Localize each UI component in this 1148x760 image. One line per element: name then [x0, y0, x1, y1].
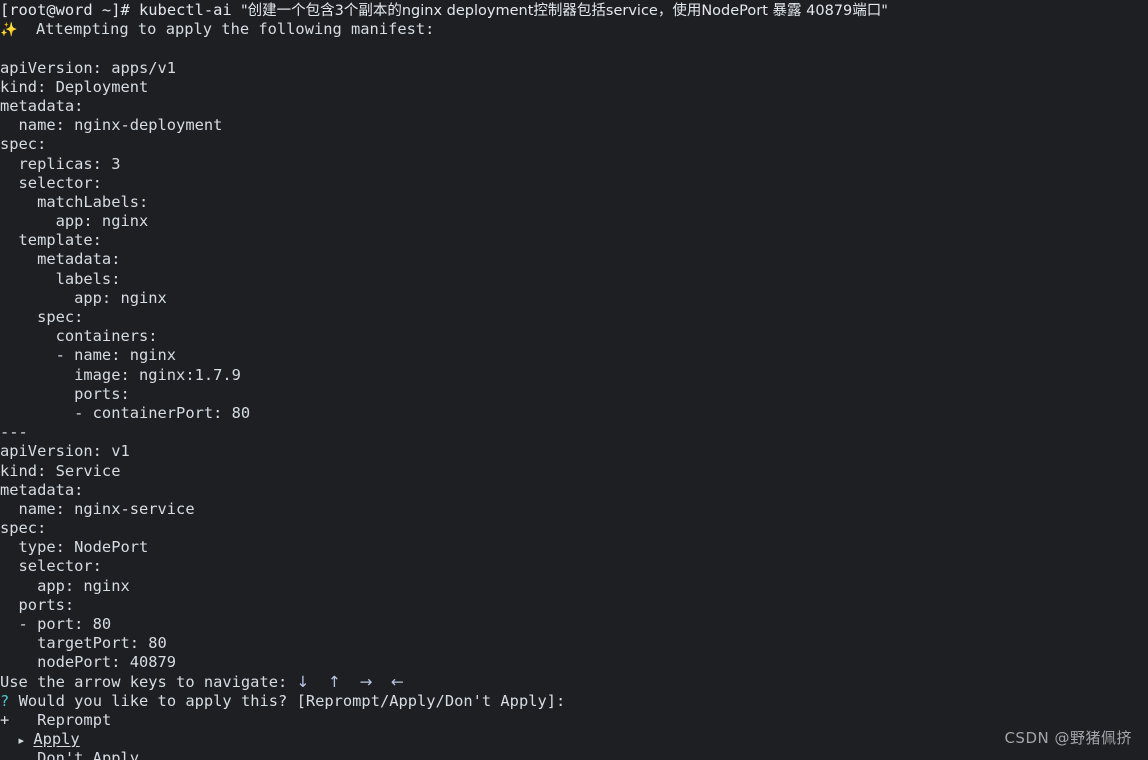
manifest-line: spec:: [0, 519, 47, 538]
manifest-line: containers:: [0, 327, 158, 346]
manifest-line: metadata:: [0, 250, 121, 269]
confirm-question-line: ? Would you like to apply this? [Repromp…: [0, 692, 1148, 711]
arrow-down-icon[interactable]: ↓: [297, 673, 310, 691]
shell-prompt: [root@word ~]#: [0, 1, 130, 19]
terminal-screen: [root@word ~]# kubectl-ai "创建一个包含3个副本的ng…: [0, 0, 1148, 760]
question-text: Would you like to apply this?: [18, 691, 288, 710]
manifest-line: spec:: [0, 308, 84, 326]
manifest-line: targetPort: 80: [0, 634, 167, 653]
navigation-hint-line: Use the arrow keys to navigate: ↓ ↑ → ←: [0, 673, 1148, 692]
menu-item-label: Reprompt: [37, 710, 112, 729]
manifest-line: kind: Service: [0, 461, 121, 480]
manifest-line: replicas: 3: [0, 154, 121, 173]
manifest-line: ---: [0, 423, 28, 442]
manifest-line: metadata:: [0, 480, 84, 499]
manifest-line: labels:: [0, 269, 121, 288]
navigation-hint-text: Use the arrow keys to navigate:: [0, 672, 288, 691]
menu-item-reprompt[interactable]: + Reprompt: [0, 711, 1148, 730]
manifest-line: ports:: [0, 595, 75, 614]
command-name: kubectl-ai: [139, 1, 232, 19]
manifest-line: selector:: [0, 557, 102, 576]
manifest-line: type: NodePort: [0, 538, 149, 557]
manifest-line: ports:: [0, 384, 130, 403]
manifest-line: app: nginx: [0, 212, 149, 231]
menu-item-apply[interactable]: ▸ Apply: [0, 730, 1148, 749]
arrow-right-icon[interactable]: →: [359, 673, 372, 691]
manifest-line: - containerPort: 80: [0, 403, 251, 422]
menu-item-label: Apply: [33, 730, 80, 749]
command-prompt-line: [root@word ~]# kubectl-ai "创建一个包含3个副本的ng…: [0, 1, 1148, 20]
manifest-line: apiVersion: apps/v1: [0, 58, 177, 77]
command-argument: "创建一个包含3个副本的nginx deployment控制器包括service…: [240, 3, 888, 19]
arrow-up-icon[interactable]: ↑: [328, 673, 341, 691]
manifest-line: kind: Deployment: [0, 77, 149, 96]
plus-icon: +: [0, 710, 10, 729]
status-message: Attempting to apply the following manife…: [35, 20, 435, 39]
manifest-line: nodePort: 40879: [0, 653, 177, 672]
manifest-line: template:: [0, 231, 102, 250]
manifest-line: - port: 80: [0, 615, 112, 633]
menu-item-dont-apply[interactable]: Don't Apply: [0, 749, 1148, 760]
arrow-left-icon[interactable]: ←: [391, 673, 404, 691]
manifest-line: matchLabels:: [0, 192, 149, 211]
manifest-line: image: nginx:1.7.9: [0, 365, 241, 384]
status-line: ✨ Attempting to apply the following mani…: [0, 20, 1148, 39]
manifest-line: name: nginx-deployment: [0, 116, 223, 135]
manifest-line: app: nginx: [0, 288, 167, 307]
manifest-line: - name: nginx: [0, 346, 177, 365]
terminal-window[interactable]: [root@word ~]# kubectl-ai "创建一个包含3个副本的ng…: [0, 0, 1148, 760]
manifest-line: apiVersion: v1: [0, 442, 130, 461]
menu-item-label: Don't Apply: [37, 749, 140, 760]
manifest-line: spec:: [0, 135, 47, 154]
manifest-line: metadata:: [0, 96, 84, 115]
manifest-line: app: nginx: [0, 576, 130, 595]
question-marker-icon: ?: [0, 691, 10, 710]
sparkles-icon: ✨: [0, 22, 18, 39]
manifest-line: selector:: [0, 173, 102, 192]
question-choices-hint: [Reprompt/Apply/Don't Apply]:: [296, 691, 566, 710]
manifest-line: name: nginx-service: [0, 499, 195, 518]
manifest-block: apiVersion: apps/v1 kind: Deployment metad…: [0, 59, 1148, 673]
